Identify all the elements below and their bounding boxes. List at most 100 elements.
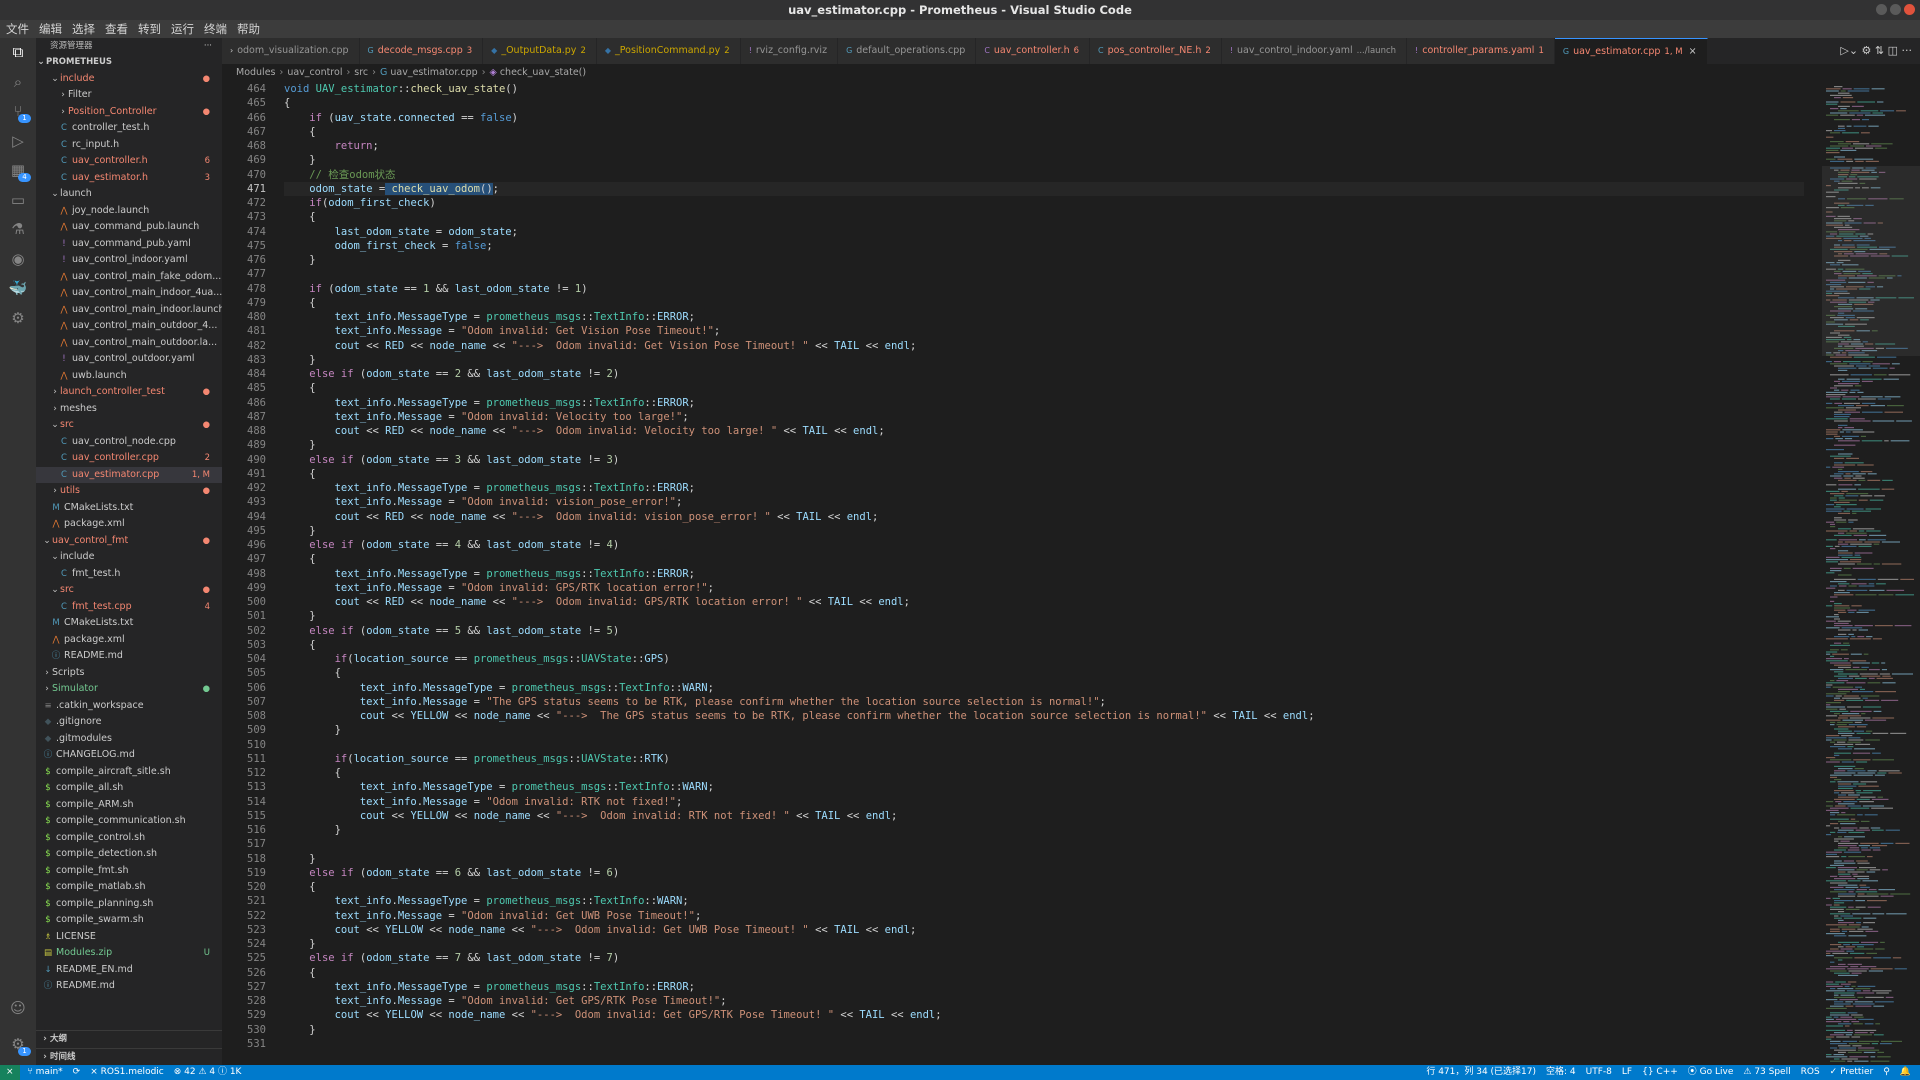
- status-item[interactable]: {} C++: [1637, 1065, 1683, 1080]
- tree-file[interactable]: ⋀ uav_control_main_outdoor.la...: [36, 335, 222, 352]
- status-item[interactable]: ⚠ 73 Spell: [1738, 1065, 1795, 1080]
- code-line[interactable]: else if (odom_state == 2 && last_odom_st…: [284, 367, 1804, 381]
- tree-file[interactable]: M CMakeLists.txt: [36, 615, 222, 632]
- code-line[interactable]: void UAV_estimator::check_uav_state(): [284, 82, 1804, 96]
- minimap[interactable]: [1822, 82, 1920, 1065]
- menu-item[interactable]: 编辑: [33, 20, 66, 38]
- code-line[interactable]: if(odom_first_check): [284, 196, 1804, 210]
- code-line[interactable]: }: [284, 852, 1804, 866]
- code-line[interactable]: cout << YELLOW << node_name << "---> Odo…: [284, 809, 1804, 823]
- breadcrumb-item[interactable]: Modules: [236, 67, 276, 78]
- code-line[interactable]: {: [284, 638, 1804, 652]
- tree-file[interactable]: ⋀ uav_control_main_indoor.launch: [36, 302, 223, 319]
- code-line[interactable]: }: [284, 823, 1804, 837]
- tree-file[interactable]: ⋀ uav_command_pub.launch: [36, 219, 222, 236]
- tree-file[interactable]: ⋀ uav_control_main_outdoor_4...: [36, 318, 222, 335]
- maximize-button[interactable]: [1890, 4, 1901, 15]
- source-control-icon[interactable]: ⑂ 1: [8, 101, 31, 123]
- code-line[interactable]: {: [284, 666, 1804, 680]
- minimap-slider[interactable]: [1822, 166, 1920, 356]
- tree-file[interactable]: ↓ README_EN.md: [36, 962, 222, 979]
- tree-file[interactable]: $ compile_fmt.sh: [36, 863, 222, 880]
- code-line[interactable]: [284, 837, 1804, 851]
- code-line[interactable]: // 检查odom状态: [284, 168, 1804, 182]
- tree-folder[interactable]: › meshes: [36, 401, 222, 418]
- status-item[interactable]: ⨯ ROS1.melodic: [85, 1065, 169, 1080]
- code-line[interactable]: text_info.MessageType = prometheus_msgs:…: [284, 681, 1804, 695]
- close-window-button[interactable]: [1904, 4, 1915, 15]
- code-line[interactable]: }: [284, 524, 1804, 538]
- status-item[interactable]: ROS: [1796, 1065, 1825, 1080]
- tab[interactable]: Gdecode_msgs.cpp 3: [359, 38, 484, 64]
- menu-item[interactable]: 选择: [66, 20, 99, 38]
- tree-file[interactable]: Cuav_estimator.cpp 1, M: [36, 466, 222, 483]
- breadcrumb-item[interactable]: uav_estimator.cpp: [390, 67, 477, 78]
- sidebar-section-header[interactable]: › 大纲: [36, 1030, 222, 1048]
- code-line[interactable]: text_info.Message = "The GPS status seem…: [284, 695, 1804, 709]
- code-line[interactable]: if(location_source == prometheus_msgs::U…: [284, 752, 1804, 766]
- code-line[interactable]: else if (odom_state == 5 && last_odom_st…: [284, 624, 1804, 638]
- tree-file[interactable]: ◆ .gitmodules: [36, 731, 222, 748]
- status-item[interactable]: 🔔: [1895, 1065, 1916, 1080]
- code-line[interactable]: }: [284, 723, 1804, 737]
- explorer-icon[interactable]: ⧉: [8, 42, 28, 62]
- tree-file[interactable]: ⋀ joy_node.launch: [36, 203, 222, 220]
- run-debug-icon[interactable]: ▷: [8, 131, 28, 151]
- code-line[interactable]: [284, 738, 1804, 752]
- search-icon[interactable]: ⌕: [8, 72, 28, 92]
- code-line[interactable]: cout << RED << node_name << "---> Odom i…: [284, 510, 1804, 524]
- tree-file[interactable]: ⓘ README.md: [36, 648, 222, 665]
- code-line[interactable]: odom_state = check_uav_odom();: [284, 181, 1804, 196]
- code-line[interactable]: text_info.Message = "Odom invalid: GPS/R…: [284, 581, 1804, 595]
- code-line[interactable]: odom_first_check = false;: [284, 239, 1804, 253]
- code-line[interactable]: text_info.MessageType = prometheus_msgs:…: [284, 980, 1804, 994]
- code-line[interactable]: {: [284, 552, 1804, 566]
- code-line[interactable]: else if (odom_state == 6 && last_odom_st…: [284, 866, 1804, 880]
- code-line[interactable]: text_info.MessageType = prometheus_msgs:…: [284, 396, 1804, 410]
- tree-file[interactable]: Cuav_controller.cpp 2: [36, 450, 222, 467]
- code-line[interactable]: text_info.Message = "Odom invalid: visio…: [284, 495, 1804, 509]
- code-line[interactable]: {: [284, 296, 1804, 310]
- tree-file[interactable]: ⋀ uwb.launch: [36, 368, 222, 385]
- sidebar-section-header[interactable]: › 时间线: [36, 1047, 222, 1066]
- testing-icon[interactable]: ⚗: [8, 219, 28, 239]
- status-item[interactable]: ⟳: [68, 1065, 86, 1080]
- tree-file[interactable]: ⓘ CHANGELOG.md: [36, 747, 222, 764]
- tree-folder[interactable]: ⌄include: [36, 549, 222, 566]
- tree-file[interactable]: $ compile_aircraft_sitle.sh: [36, 764, 222, 781]
- manage-gear-icon[interactable]: ⚙ 1: [8, 1034, 31, 1056]
- tree-file[interactable]: Cuav_control_node.cpp: [36, 434, 222, 451]
- minimize-button[interactable]: [1876, 4, 1887, 15]
- tab[interactable]: Cuav_controller.h 6: [976, 38, 1091, 64]
- tab-active[interactable]: Guav_estimator.cpp 1, M ×: [1554, 38, 1708, 64]
- code-line[interactable]: {: [284, 210, 1804, 224]
- workspace-root[interactable]: ⌄PROMETHEUS: [36, 54, 222, 71]
- code-editor[interactable]: 4634644654664674684694704714724734744754…: [222, 82, 1822, 1065]
- status-item[interactable]: LF: [1617, 1065, 1637, 1080]
- code-line[interactable]: {: [284, 381, 1804, 395]
- tree-file[interactable]: ! uav_control_outdoor.yaml: [36, 351, 222, 368]
- tree-file[interactable]: ! uav_command_pub.yaml: [36, 236, 222, 253]
- tree-file[interactable]: $ compile_detection.sh: [36, 846, 222, 863]
- breadcrumb-item[interactable]: check_uav_state(): [500, 67, 586, 78]
- code-line[interactable]: {: [284, 96, 1804, 110]
- ros-icon[interactable]: ⚙: [8, 308, 28, 328]
- status-item[interactable]: ⦿ Go Live: [1683, 1065, 1739, 1080]
- code-area[interactable]: void UAV_estimator::check_uav_state(){ i…: [284, 82, 1804, 1051]
- code-line[interactable]: text_info.MessageType = prometheus_msgs:…: [284, 894, 1804, 908]
- tree-file[interactable]: Ccontroller_test.h: [36, 120, 222, 137]
- code-line[interactable]: text_info.Message = "Odom invalid: Get U…: [284, 909, 1804, 923]
- code-line[interactable]: last_odom_state = odom_state;: [284, 225, 1804, 239]
- code-line[interactable]: if (odom_state == 1 && last_odom_state !…: [284, 282, 1804, 296]
- tree-file[interactable]: $ compile_ARM.sh: [36, 797, 222, 814]
- menu-item[interactable]: 终端: [198, 20, 231, 38]
- tree-file[interactable]: ⋀ uav_control_main_fake_odom...: [36, 269, 222, 286]
- breadcrumb-item[interactable]: uav_control: [287, 67, 342, 78]
- code-line[interactable]: {: [284, 880, 1804, 894]
- code-line[interactable]: {: [284, 125, 1804, 139]
- tree-file[interactable]: $ compile_control.sh: [36, 830, 222, 847]
- menu-item[interactable]: 转到: [132, 20, 165, 38]
- code-line[interactable]: {: [284, 966, 1804, 980]
- extensions-icon[interactable]: ▦ 4: [8, 160, 31, 182]
- status-item[interactable]: 行 471，列 34 (已选择17): [1421, 1065, 1541, 1080]
